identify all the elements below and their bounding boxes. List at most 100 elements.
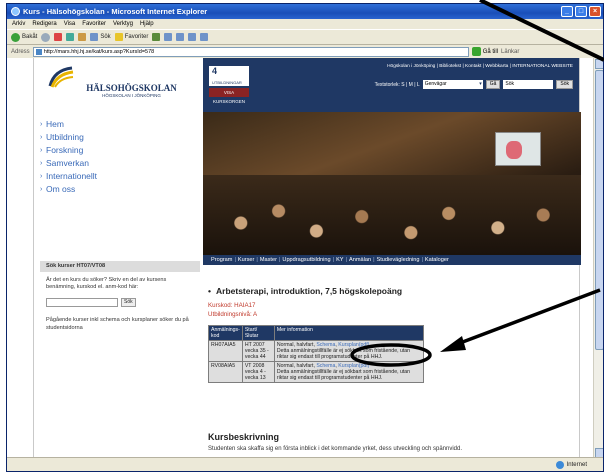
search-icon [90,33,99,41]
forward-button[interactable] [41,32,51,42]
menu-hjalp[interactable]: Hjälp [140,21,154,27]
nav-item-internationellt[interactable]: Internationellt [34,170,203,183]
go-arrow-icon [471,47,481,56]
shortcut-select[interactable]: Genvägar [422,80,483,89]
sub-navigation: Program | Kurser | Master | Uppdragsutbildn… [203,255,581,265]
nav-item-hem[interactable]: Hem [34,118,203,131]
sun-logo-icon [48,66,74,88]
subnav-ky[interactable]: KY [334,255,345,265]
history-icon [152,33,161,41]
favorites-button[interactable]: Favoriter [114,33,149,41]
scroll-up-button[interactable] [595,59,603,69]
edit-icon [188,33,197,41]
go-button[interactable]: Gå till [471,47,499,56]
header-search-row: Textstorlek: S | M | L Genvägar Gå Sök S… [375,80,573,89]
col-header-info: Mer information [273,325,425,341]
mail-icon [164,33,173,41]
table-row: RH07AIA5 HT 2007 vecka 35 - vecka 44 Nor… [208,340,425,362]
top-links[interactable]: Högskolan i Jönköping | Bibliotekst | Ko… [387,64,573,69]
security-zone: Internet [566,461,587,468]
row-code: RH07AIA5 [208,340,243,362]
mail-button[interactable] [164,33,173,41]
minimize-button[interactable]: _ [561,6,573,17]
course-offerings-table: Anmälnings-kod Start/ Slutar Mer informa… [208,325,425,383]
maximize-button[interactable]: □ [575,6,587,17]
course-description-text: Studenten ska skaffa sig en första inbli… [208,446,463,452]
row-info: Normal, halvfart, Schema, Kursplan(pdf) … [273,361,425,383]
nav-item-om-oss[interactable]: Om oss [34,183,203,196]
course-search-box: Sök kurser HT07/VT08 Är det en kurs du s… [40,261,200,342]
row-info: Normal, halvfart, Schema, Kursplan(pdf) … [273,340,425,362]
course-search-button[interactable]: Sök [121,298,136,308]
row-code: RV08AIA5 [208,361,243,383]
course-search-heading: Sök kurser HT07/VT08 [40,261,200,272]
basket-count[interactable]: 4 UTBILDNINGAR [209,66,249,86]
site-header: HÄLSOHÖGSKOLAN HÖGSKOLAN I JÖNKÖPING 4 U… [34,58,579,112]
stop-button[interactable] [54,33,63,41]
site-search-button[interactable]: Sök [556,80,573,89]
browser-window: Kurs - Hälsohögskolan - Microsoft Intern… [6,3,604,472]
course-description-heading: Kursbeskrivning [208,432,280,442]
menu-redigera[interactable]: Redigera [32,21,56,27]
site-logo[interactable]: HÄLSOHÖGSKOLAN HÖGSKOLAN I JÖNKÖPING [34,58,203,112]
edit-button[interactable] [188,33,197,41]
subnav-master[interactable]: Master [258,255,279,265]
window-title: Kurs - Hälsohögskolan - Microsoft Intern… [23,7,208,16]
subnav-uppdragsutbildning[interactable]: Uppdragsutbildning [280,255,332,265]
row-info-text: Detta anmälningstillfälle är ej sökbart … [276,369,411,381]
projector-screen [495,132,541,166]
discuss-button[interactable] [200,33,209,41]
row-info-text: Detta anmälningstillfälle är ej sökbart … [276,348,411,360]
site-search-input[interactable]: Sök [503,80,554,89]
course-code: Kurskod: HAIA17 [208,302,256,309]
refresh-button[interactable] [66,33,75,41]
shortcut-go-button[interactable]: Gå [485,80,501,89]
stop-icon [54,33,63,41]
menu-bar: Arkiv Redigera Visa Favoriter Verktyg Hj… [7,19,603,29]
favorites-label: Favoriter [124,34,149,40]
nav-item-forskning[interactable]: Forskning [34,144,203,157]
course-search-input[interactable] [46,298,118,308]
title-bar: Kurs - Hälsohögskolan - Microsoft Intern… [7,4,603,19]
globe-icon [555,460,564,469]
links-button[interactable]: Länkar [501,49,519,55]
page-viewport: HÄLSOHÖGSKOLAN HÖGSKOLAN I JÖNKÖPING 4 U… [7,58,603,459]
close-button[interactable]: × [589,6,601,17]
subnav-studievagledning[interactable]: Studievägledning [375,255,422,265]
menu-visa[interactable]: Visa [64,21,76,27]
vertical-scrollbar[interactable] [593,58,603,459]
subnav-anmalan[interactable]: Anmälan [347,255,373,265]
row-period: HT 2007 vecka 35 - vecka 44 [241,340,275,362]
text-size-links[interactable]: Textstorlek: S | M | L [375,82,420,88]
star-icon [114,33,123,41]
menu-verktyg[interactable]: Verktyg [113,21,133,27]
back-icon [11,32,20,42]
row-period: VT 2008 vecka 4 - vecka 13 [241,361,275,383]
address-input[interactable]: http://mars.hhj.hj.se/kat/kurs.asp?KursI… [32,46,469,57]
address-bar: Adress http://mars.hhj.hj.se/kat/kurs.as… [7,45,603,58]
go-label: Gå till [482,48,499,55]
logo-subtitle: HÖGSKOLAN I JÖNKÖPING [102,92,161,98]
print-button[interactable] [176,33,185,41]
course-title: Arbetsterapi, introduktion, 7,5 högskole… [208,286,488,296]
course-info: Arbetsterapi, introduktion, 7,5 högskole… [208,286,488,318]
scroll-thumb[interactable] [595,70,603,350]
subnav-kurser[interactable]: Kurser [236,255,256,265]
menu-favoriter[interactable]: Favoriter [82,21,106,27]
home-button[interactable] [78,33,87,41]
menu-arkiv[interactable]: Arkiv [12,21,25,27]
search-button[interactable]: Sök [90,33,111,41]
back-button[interactable]: Bakåt [11,32,37,42]
table-row: RV08AIA5 VT 2008 vecka 4 - vecka 13 Norm… [208,361,425,383]
nav-item-utbildning[interactable]: Utbildning [34,131,203,144]
toolbar: Bakåt Sök Favoriter [7,29,603,45]
subnav-kataloger[interactable]: Kataloger [423,255,451,265]
history-button[interactable] [152,33,161,41]
col-header-code: Anmälnings-kod [208,325,243,341]
nav-item-samverkan[interactable]: Samverkan [34,157,203,170]
show-basket-button[interactable]: VISA KURSKORGEN [209,88,249,104]
web-page: HÄLSOHÖGSKOLAN HÖGSKOLAN I JÖNKÖPING 4 U… [33,58,581,459]
forward-icon [41,32,51,42]
subnav-program[interactable]: Program [209,255,234,265]
refresh-icon [66,33,75,41]
